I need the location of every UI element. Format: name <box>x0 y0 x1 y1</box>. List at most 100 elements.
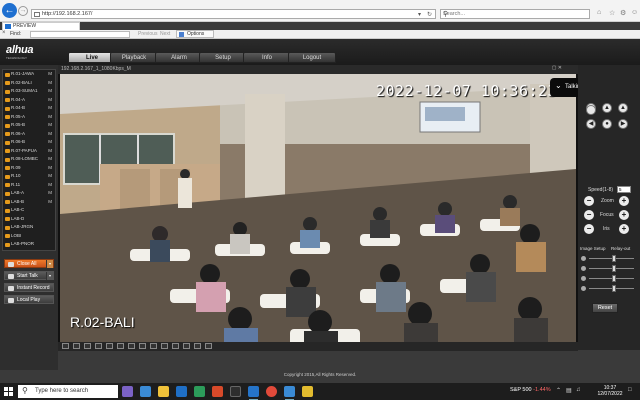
channel-item[interactable]: R.07-PAPUA M <box>3 147 55 156</box>
ptz-center-icon[interactable]: ● <box>602 119 612 129</box>
refresh-icon[interactable]: ↻ <box>427 11 432 18</box>
find-options-button[interactable]: Options <box>176 30 214 38</box>
channel-item[interactable]: R.04-B M <box>3 104 55 113</box>
tab-setup[interactable]: Setup <box>199 52 247 63</box>
instant-record-button[interactable]: Instant Record <box>4 283 54 292</box>
channel-item[interactable]: R.02-BALI M <box>3 79 55 88</box>
channel-item[interactable]: R.06-B M <box>3 138 55 147</box>
office-icon[interactable] <box>212 386 223 397</box>
tab-info[interactable]: Info <box>243 52 291 63</box>
taskbar-clock[interactable]: 10:37 12/07/2022 <box>595 385 625 397</box>
tab-playback[interactable]: Playback <box>110 52 158 63</box>
close-all-dropdown-icon[interactable]: ▾ <box>46 260 53 268</box>
video-window-controls-icon[interactable]: ▢ ✕ <box>552 65 562 71</box>
notifications-icon[interactable]: □ <box>628 387 632 393</box>
channel-item[interactable]: R.01-JAWA M <box>3 70 55 79</box>
zoom-in-button[interactable]: + <box>619 196 629 206</box>
smiley-icon[interactable]: ☺ <box>631 9 638 16</box>
browser-tab-preview[interactable]: PREVIEW <box>2 22 80 30</box>
windows-start-icon[interactable] <box>4 387 13 396</box>
file-explorer-icon[interactable] <box>158 386 169 397</box>
layout-toolbar-icon[interactable] <box>150 343 157 349</box>
channel-item[interactable]: LAB-PNOR <box>3 240 55 249</box>
channel-item[interactable]: LOBI <box>3 232 55 241</box>
slider-knob[interactable] <box>611 275 616 282</box>
speed-select[interactable]: 5 <box>617 186 631 193</box>
find-next-button[interactable]: Next <box>160 31 170 37</box>
channel-list[interactable]: R.01-JAWA M R.02-BALI M R.03-SUMA1 M R.04-A M R.… <box>2 69 56 251</box>
image-adjust-slider[interactable] <box>581 265 638 272</box>
edge-icon[interactable] <box>248 386 259 400</box>
tray-chevron-icon[interactable]: ⌃ <box>556 387 561 394</box>
channel-item[interactable]: R.08-LOMBC M <box>3 155 55 164</box>
taskbar-search[interactable]: ⚲ Type here to search <box>18 385 118 398</box>
focus-minus-button[interactable]: − <box>584 210 594 220</box>
tab-live[interactable]: Live <box>68 52 116 63</box>
iris-plus-button[interactable]: + <box>619 224 629 234</box>
address-bar[interactable]: http://192.168.2.167/ ▾ ↻ <box>31 9 436 19</box>
local-play-button[interactable]: Local Play <box>4 295 54 304</box>
layout-toolbar-icon[interactable] <box>128 343 135 349</box>
layout-toolbar-icon[interactable] <box>84 343 91 349</box>
slider-knob[interactable] <box>611 265 616 272</box>
channel-item[interactable]: LAB-C <box>3 206 55 215</box>
forward-arrow-icon[interactable]: → <box>18 6 28 16</box>
layout-toolbar-icon[interactable] <box>172 343 179 349</box>
channel-item[interactable]: R.06-A M <box>3 130 55 139</box>
tab-logout[interactable]: Logout <box>288 52 336 63</box>
channel-item[interactable]: R.05-B M <box>3 121 55 130</box>
search-icon[interactable]: ⚲ <box>443 10 587 18</box>
ptz-down-left-icon[interactable] <box>586 105 596 115</box>
settings-gear-icon[interactable]: ⚙ <box>620 9 626 17</box>
channel-item[interactable]: R.11 M <box>3 181 55 190</box>
image-adjust-slider[interactable] <box>581 255 638 262</box>
layout-toolbar-icon[interactable] <box>117 343 124 349</box>
iris-minus-button[interactable]: − <box>584 224 594 234</box>
layout-toolbar-icon[interactable] <box>194 343 201 349</box>
channel-item[interactable]: R.10 M <box>3 172 55 181</box>
start-talk-dropdown-icon[interactable]: ▾ <box>46 272 53 280</box>
channel-item[interactable]: LAB-JRGN <box>3 223 55 232</box>
zoom-out-button[interactable]: − <box>584 196 594 206</box>
stock-widget[interactable]: S&P 500 -1.44% <box>510 387 551 393</box>
ptz-up-right-icon[interactable]: ▲ <box>618 103 628 113</box>
ptz-left-icon[interactable]: ◀ <box>586 119 596 129</box>
internet-explorer-icon[interactable] <box>284 386 295 400</box>
channel-item[interactable]: R.05-A M <box>3 113 55 122</box>
layout-toolbar-icon[interactable] <box>139 343 146 349</box>
focus-plus-button[interactable]: + <box>619 210 629 220</box>
notes-icon[interactable] <box>302 386 313 397</box>
start-talk-button[interactable]: Start Talk ▾ <box>4 271 54 280</box>
search-dropdown-icon[interactable]: ▾ <box>418 11 421 18</box>
camera-feed[interactable]: 2022-12-07 10:36:23 R.02-BALI <box>60 74 576 347</box>
ptz-right-icon[interactable]: ▶ <box>618 119 628 129</box>
chrome-icon[interactable] <box>266 386 277 397</box>
favorites-star-icon[interactable]: ☆ <box>609 9 615 17</box>
image-adjust-slider[interactable] <box>581 275 638 282</box>
slider-knob[interactable] <box>611 285 616 292</box>
layout-toolbar-icon[interactable] <box>73 343 80 349</box>
layout-toolbar-icon[interactable] <box>205 343 212 349</box>
layout-toolbar-icon[interactable] <box>106 343 113 349</box>
chevron-down-icon[interactable]: ⌄ <box>555 81 562 90</box>
image-adjust-slider[interactable] <box>581 285 638 292</box>
volume-icon[interactable]: ♫ <box>576 387 581 393</box>
channel-item[interactable]: LAB-D <box>3 215 55 224</box>
tab-alarm[interactable]: Alarm <box>155 52 203 63</box>
layout-toolbar-icon[interactable] <box>161 343 168 349</box>
layout-toolbar-icon[interactable] <box>95 343 102 349</box>
back-arrow-icon[interactable]: ← <box>2 3 17 18</box>
find-previous-button[interactable]: Previous <box>138 31 157 37</box>
terminal-icon[interactable] <box>230 386 241 397</box>
taskbar-app-icon[interactable] <box>122 386 133 397</box>
close-all-button[interactable]: Close All ▾ <box>4 259 54 268</box>
channel-item[interactable]: R.09 M <box>3 164 55 173</box>
slider-knob[interactable] <box>611 255 616 262</box>
channel-item[interactable]: R.04-A M <box>3 96 55 105</box>
layout-toolbar-icon[interactable] <box>183 343 190 349</box>
reset-button[interactable]: Reset <box>592 303 618 313</box>
store-icon[interactable] <box>194 386 205 397</box>
ptz-up-icon[interactable]: ▲ <box>602 103 612 113</box>
network-icon[interactable]: ▤ <box>566 387 572 394</box>
close-find-icon[interactable]: × <box>2 30 6 36</box>
